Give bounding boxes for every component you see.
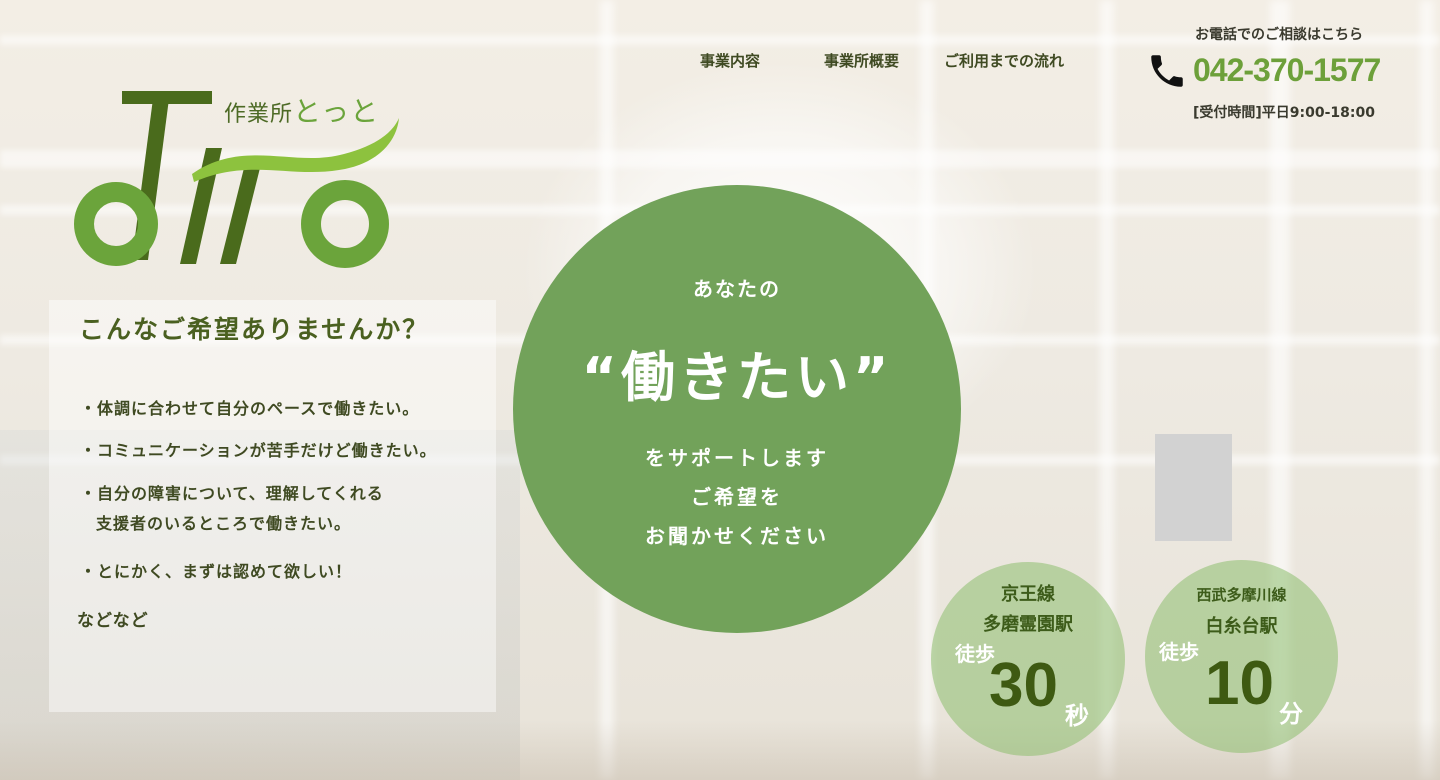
logo-prefix: 作業所 bbox=[224, 102, 294, 127]
station-badge-seibu: 西武多摩川線 白糸台駅 徒歩 10 分 bbox=[1145, 560, 1338, 753]
wish-item: ・コミュニケーションが苦手だけど働きたい。 bbox=[80, 441, 437, 460]
walk-unit: 分 bbox=[1279, 700, 1303, 728]
hero-headline: “働きたい” bbox=[581, 346, 893, 409]
phone-number-link[interactable]: 042-370-1577 bbox=[1193, 52, 1381, 89]
station-line-name: 京王線 bbox=[1001, 584, 1055, 605]
walk-time: 10 bbox=[1205, 649, 1274, 718]
hero-line3: をサポートします bbox=[645, 446, 829, 470]
wish-item: ・とにかく、まずは認めて欲しい！ bbox=[80, 562, 353, 581]
hero-circle: あなたの “働きたい” をサポートします ご希望を お聞かせください bbox=[513, 185, 961, 633]
station-line-name: 西武多摩川線 bbox=[1196, 586, 1287, 604]
business-hours: [受付時間]平日9:00-18:00 bbox=[1193, 105, 1375, 121]
walk-label: 徒歩 bbox=[1159, 640, 1199, 664]
phone-icon bbox=[1151, 55, 1183, 87]
image-placeholder bbox=[1155, 434, 1232, 541]
nav-item-office-overview[interactable]: 事業所概要 bbox=[824, 50, 944, 71]
wish-item: ・体調に合わせて自分のペースで働きたい。 bbox=[80, 399, 420, 418]
hero-line4: ご希望を bbox=[691, 485, 783, 509]
hero-line1: あなたの bbox=[693, 277, 781, 301]
hero-line5: お聞かせください bbox=[645, 524, 829, 548]
contact-label: お電話でのご相談はこちら bbox=[1195, 27, 1363, 43]
hero-message: をサポートします ご希望を お聞かせください bbox=[513, 439, 961, 556]
logo-text: 作業所とっと bbox=[224, 90, 379, 130]
nav-item-services[interactable]: 事業内容 bbox=[700, 50, 824, 71]
station-name: 多磨霊園駅 bbox=[983, 614, 1073, 635]
walk-unit: 秒 bbox=[1065, 702, 1089, 730]
walk-time: 30 bbox=[989, 651, 1058, 720]
wishes-title: こんなご希望ありませんか？ bbox=[79, 315, 430, 344]
station-badge-keio: 京王線 多磨霊園駅 徒歩 30 秒 bbox=[931, 562, 1125, 756]
wish-item: ・自分の障害について、理解してくれる bbox=[80, 484, 384, 503]
main-nav: 事業内容 事業所概要 ご利用までの流れ bbox=[700, 50, 1064, 71]
wish-item-continued: 支援者のいるところで働きたい。 bbox=[96, 514, 352, 533]
nav-item-flow[interactable]: ご利用までの流れ bbox=[944, 50, 1064, 71]
logo-brand-name: とっと bbox=[293, 95, 380, 128]
station-name: 白糸台駅 bbox=[1205, 616, 1278, 637]
wishes-etc: などなど bbox=[77, 611, 149, 631]
